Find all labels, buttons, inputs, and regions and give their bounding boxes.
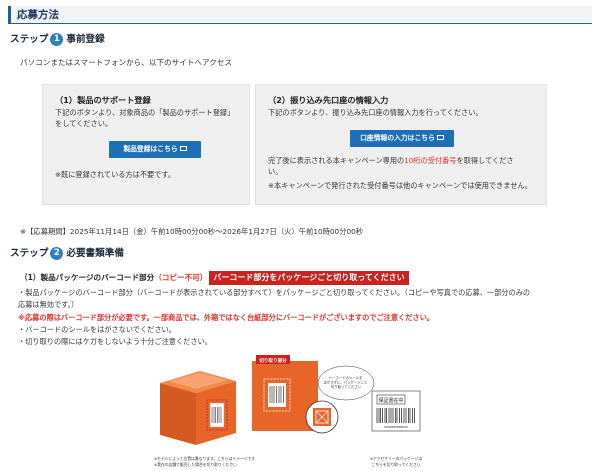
section-title: 応募方法 (8, 6, 592, 24)
instruction-warning: ※応募の際はバーコード部分が必要です。一部商品では、外箱ではなく台紙部分にバーコ… (18, 312, 434, 322)
caption-3a: ※アクセサリーのパッケージは (370, 456, 422, 461)
step1-heading: ステップ 1 事前登録 (10, 33, 105, 48)
step1-intro: パソコンまたはスマートフォンから、以下のサイトへアクセス (20, 58, 233, 67)
step1-title: 事前登録 (66, 34, 105, 45)
box2-desc: 下記のボタンより、振り込み先口座の情報入力を行ってください。 (268, 107, 483, 117)
step2-heading: ステップ 2 必要書類準備 (10, 247, 124, 262)
external-link-icon (436, 135, 444, 140)
box1-desc-line1: 下記のボタンより、対象商品の「製品のサポート登録」 (55, 107, 235, 117)
external-link-icon (179, 146, 187, 151)
instruction-line1: ・製品パッケージのバーコード部分（バーコードが表示されている部分すべて）をパッケ… (18, 288, 531, 297)
warranty-label: 保証書在中 (378, 397, 403, 404)
box2-after-text: 完了後に表示される本キャンペーン専用の10桁の受付番号を取得してくださ (268, 155, 514, 166)
box2-note: ※本キャンペーンで発行された受付番号は他のキャンペーンでは使用できません。 (268, 181, 532, 190)
cut-area-image: 切り取り部分 バーコードのシールを はがさずに、パッケージごと 切り取ってくださ… (252, 355, 375, 434)
step2-label: ステップ (10, 248, 49, 259)
receipt-number-highlight: 10桁の受付番号 (404, 156, 457, 165)
package-heading-text: （1）製品パッケージのバーコード部分 (20, 273, 155, 282)
step1-label: ステップ (10, 34, 49, 45)
package-heading: （1）製品パッケージのバーコード部分（コピー不可） バーコード部分をパッケージごと… (20, 271, 409, 286)
application-period: ※【応募期間】2025年11月14日（金）午前10時00分00秒〜2026年1月… (20, 227, 364, 236)
bubble-text-line: バーコードのシールを (329, 375, 363, 380)
bubble-text-line: はがさずに、パッケージごと (324, 379, 368, 384)
instruction-line4: ・切り取りの際にはケガをしないよう十分ご注意ください。 (18, 337, 212, 347)
box2-title: （2）振り込み先口座の情報入力 (268, 95, 389, 105)
barcode-cut-illustration: ※モデルによって位置は異なります。こちらはイメージです ※実在の店舗で販売した場… (154, 355, 422, 467)
package-box-image (154, 355, 242, 455)
instruction-line1b: 応募は無効です。） (18, 300, 79, 310)
no-copy-warning: （コピー不可） (154, 273, 208, 282)
product-registration-button[interactable]: 製品登録はこちら (109, 141, 201, 158)
barcode-digits: 0000000000000 (384, 425, 408, 429)
accessory-barcode-image: 保証書在中 0000000000000 (371, 390, 421, 432)
box2-after-line2: い。 (268, 167, 283, 176)
caption-3b: こちらを切り取ってください (371, 462, 420, 467)
box1-note: ※既に登録されている方は不要です。 (55, 170, 176, 179)
cut-instruction-banner: バーコード部分をパッケージごと切り取ってください (209, 271, 409, 286)
page: 応募方法 ステップ 1 事前登録 パソコンまたはスマートフォンから、以下のサイトへア… (0, 0, 600, 471)
box1-desc-line2: をしてください。 (55, 118, 113, 128)
product-registration-button-label: 製品登録はこちら (123, 145, 178, 153)
account-info-box: （2）振り込み先口座の情報入力 下記のボタンより、振り込み先口座の情報入力を行っ… (255, 84, 547, 205)
account-info-button-label: 口座情報の入力はこちら (360, 134, 435, 142)
caption-2: ※実在の店舗で販売した場合を切り取りください (154, 462, 237, 467)
bubble-text-line: 切り取ってください (331, 384, 362, 389)
box1-title: （1）製品のサポート登録 (55, 95, 151, 105)
cut-area-label: 切り取り部分 (259, 357, 287, 364)
package-instructions: ・製品パッケージのバーコード部分（バーコードが表示されている部分すべて）をパッケ… (18, 287, 583, 349)
step2-title: 必要書類準備 (66, 248, 124, 259)
product-registration-box: （1）製品のサポート登録 下記のボタンより、対象商品の「製品のサポート登録」 を… (42, 84, 250, 205)
step1-number-icon: 1 (50, 33, 64, 46)
instruction-line3: ・バーコードのシールをはがさないでください。 (18, 325, 176, 335)
box2-after-suffix: を取得してくださ (456, 156, 514, 165)
box2-after-prefix: 完了後に表示される本キャンペーン専用の (268, 156, 405, 165)
caption-1: ※モデルによって位置は異なります。こちらはイメージです (154, 456, 255, 461)
account-info-button[interactable]: 口座情報の入力はこちら (350, 130, 454, 147)
step2-number-icon: 2 (50, 247, 64, 260)
